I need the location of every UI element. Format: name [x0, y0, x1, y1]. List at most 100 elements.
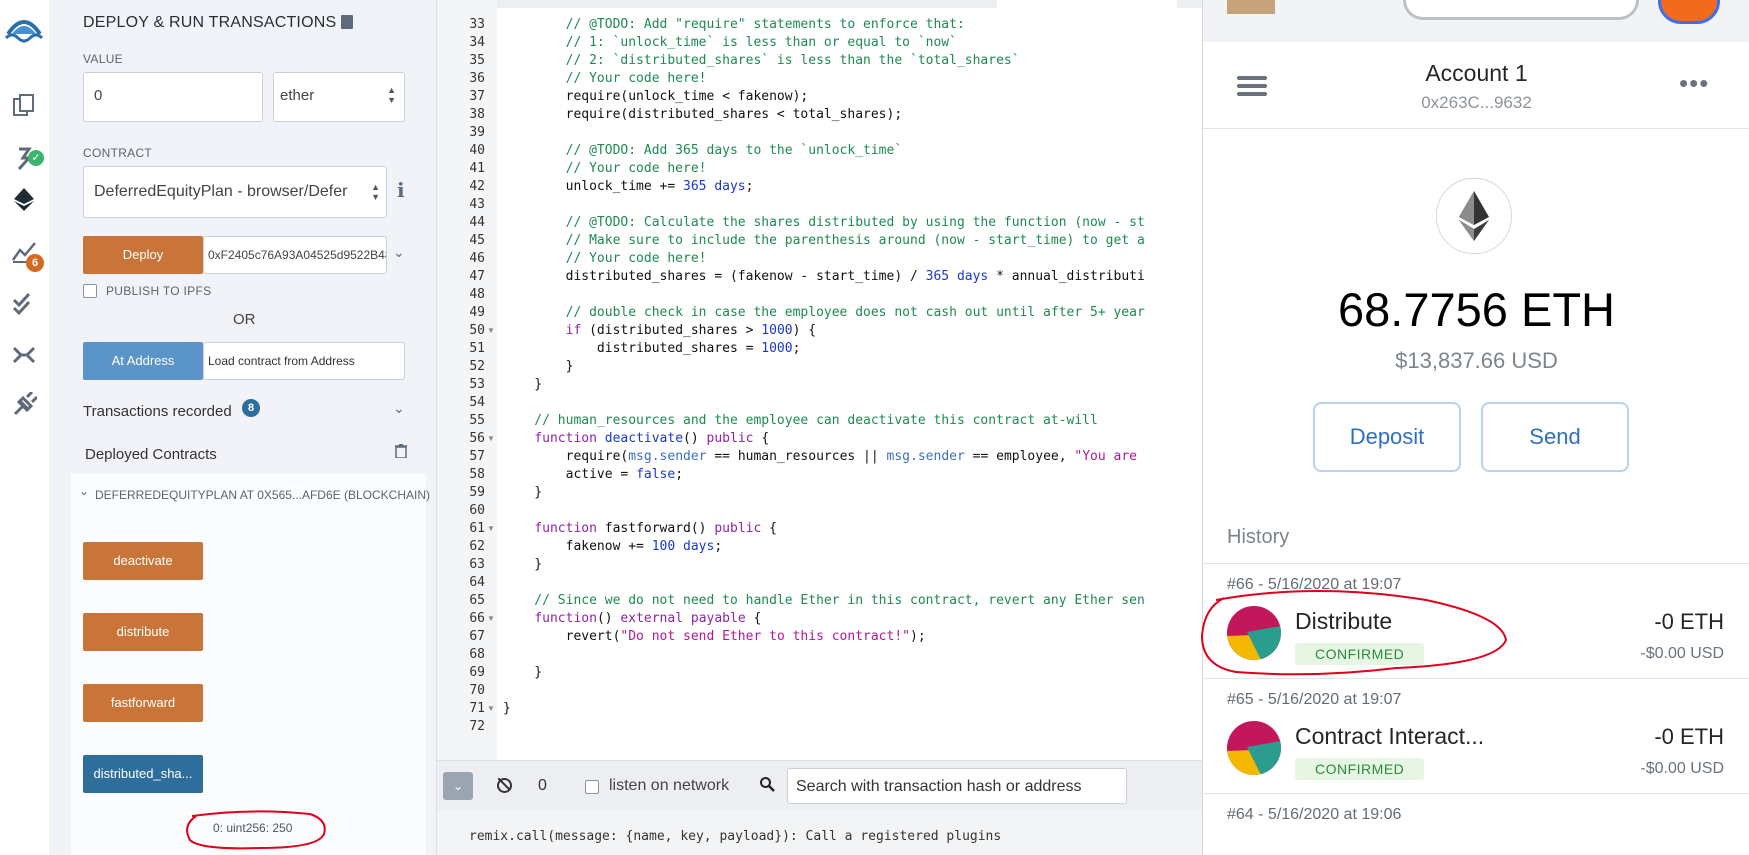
code-token: "Do not send Ether to this contract!"	[620, 629, 910, 644]
code-line: // 1: `unlock_time` is less than or equa…	[503, 35, 957, 50]
line-number: 69	[469, 665, 485, 680]
chevron-down-icon[interactable]: ⌄	[393, 244, 405, 261]
deposit-button[interactable]: Deposit	[1313, 402, 1461, 472]
chevron-down-icon[interactable]: ⌄	[79, 484, 89, 498]
code-line: if (distributed_shares > 1000) {	[503, 323, 816, 338]
fold-toggle-icon[interactable]: ▼	[487, 614, 495, 623]
account-name[interactable]: Account 1	[1203, 60, 1749, 87]
annotation-circle-result	[186, 810, 326, 850]
code-line: require(distributed_shares < total_share…	[503, 107, 903, 122]
line-number: 55	[469, 413, 485, 428]
value-input[interactable]: 0	[83, 72, 263, 122]
terminal-toolbar: ⌄ 0 listen on network Search with transa…	[437, 760, 1203, 811]
code-token: ;	[792, 341, 801, 356]
at-address-button[interactable]: At Address	[83, 342, 203, 380]
trash-icon[interactable]	[395, 444, 407, 459]
publish-ipfs-checkbox[interactable]	[83, 284, 97, 298]
distributed-shares-button[interactable]: distributed_sha...	[83, 755, 203, 793]
deploy-args-input[interactable]: 0xF2405c76A93A04525d9522B48	[203, 236, 387, 274]
collapse-terminal-icon[interactable]: ⌄	[443, 772, 473, 800]
or-label: OR	[233, 311, 256, 328]
code-token: // Your code here!	[503, 161, 707, 176]
distribute-button[interactable]: distribute	[83, 613, 203, 651]
code-editor[interactable]: 33 34 35 36 37 38 39 40 41 42 43 44 45 46 47 48 49 50 ▼ 51 5…	[437, 0, 1203, 760]
deploy-button[interactable]: Deploy	[83, 236, 203, 274]
contract-info-icon[interactable]: i	[397, 178, 405, 202]
code-line: fakenow += 100 days;	[503, 539, 723, 554]
transactions-recorded-label[interactable]: Transactions recorded	[83, 403, 232, 420]
debugger-icon[interactable]	[11, 342, 37, 368]
remix-logo-icon[interactable]	[2, 8, 46, 48]
code-token: if	[565, 323, 582, 338]
line-number: 41	[469, 161, 485, 176]
more-options-icon[interactable]: •••	[1679, 70, 1709, 96]
transaction-search-input[interactable]: Search with transaction hash or address	[787, 768, 1127, 804]
code-line: function fastforward() public {	[503, 521, 777, 536]
line-number: 49	[469, 305, 485, 320]
line-number: 65	[469, 593, 485, 608]
fold-toggle-icon[interactable]: ▼	[487, 524, 495, 533]
line-number: 63	[469, 557, 485, 572]
at-address-input[interactable]: Load contract from Address	[203, 342, 405, 380]
code-token: // 2: `distributed_shares` is less than …	[503, 53, 1020, 68]
chevron-down-icon[interactable]: ⌄	[393, 400, 405, 417]
code-token: 1000	[761, 341, 793, 356]
transactions-recorded-badge: 8	[242, 399, 260, 417]
code-token: }	[503, 557, 543, 572]
code-token: {	[745, 611, 762, 626]
code-token: ) {	[792, 323, 817, 338]
editor-tab-active[interactable]	[997, 0, 1177, 8]
code-token: // Your code here!	[503, 71, 707, 86]
account-address[interactable]: 0x263C...9632	[1203, 93, 1749, 113]
test-icon[interactable]	[11, 290, 37, 316]
code-line: // @TODO: Add 365 days to the `unlock_ti…	[503, 143, 903, 158]
publish-ipfs-label: PUBLISH TO IPFS	[106, 284, 212, 298]
history-item[interactable]: #64 - 5/16/2020 at 19:06	[1203, 794, 1749, 855]
file-explorer-icon[interactable]	[11, 92, 37, 118]
line-number: 72	[469, 719, 485, 734]
deploy-icon[interactable]	[11, 186, 37, 212]
code-line: // Your code here!	[503, 71, 707, 86]
value-label: VALUE	[83, 52, 123, 66]
code-line: }	[503, 665, 542, 680]
code-line: distributed_shares = 1000;	[503, 341, 801, 356]
line-number: 56	[469, 431, 485, 446]
send-button[interactable]: Send	[1481, 402, 1629, 472]
terminal-output: remix.call(message: {name, key, payload}…	[437, 810, 1203, 855]
panel-title: DEPLOY & RUN TRANSACTIONS	[83, 14, 337, 31]
fold-toggle-icon[interactable]: ▼	[487, 326, 495, 335]
eth-balance: 68.7756 ETH	[1203, 282, 1749, 337]
code-line: function() external payable {	[503, 611, 761, 626]
code-token: function	[534, 431, 597, 446]
plugin-manager-icon[interactable]	[11, 390, 39, 418]
annotation-circle-distribute	[1200, 590, 1508, 676]
history-item-amount: -0 ETH	[1654, 609, 1724, 634]
code-token: 100 days	[651, 539, 715, 554]
contract-select[interactable]: DeferredEquityPlan - browser/Defer ▲ ▼	[83, 166, 387, 218]
contract-instance-label[interactable]: DEFERREDEQUITYPLAN AT 0X565...AFD6E (BLO…	[95, 488, 430, 502]
history-item[interactable]: #65 - 5/16/2020 at 19:07 Contract Intera…	[1203, 679, 1749, 793]
analysis-badge: 6	[26, 254, 44, 272]
history-item-date: #64 - 5/16/2020 at 19:06	[1227, 806, 1402, 823]
eth-balance-amount: 68.7756	[1338, 283, 1508, 336]
code-line: function deactivate() public {	[503, 431, 769, 446]
code-token: active =	[503, 467, 637, 482]
line-number: 48	[469, 287, 485, 302]
header-divider	[1203, 128, 1749, 129]
code-token: ;	[745, 179, 754, 194]
fold-toggle-icon[interactable]: ▼	[487, 434, 495, 443]
code-token: require(unlock_time < fakenow);	[503, 89, 809, 104]
network-badge[interactable]	[1403, 0, 1639, 20]
documentation-icon[interactable]	[341, 15, 353, 29]
fastforward-button[interactable]: fastforward	[83, 684, 203, 722]
fold-toggle-icon[interactable]: ▼	[487, 704, 495, 713]
terminal-log-line: remix.call(message: {name, key, payload}…	[469, 829, 1002, 844]
code-token: 365 days	[925, 269, 989, 284]
line-number: 53	[469, 377, 485, 392]
unit-select[interactable]: ether ▲ ▼	[273, 72, 405, 122]
deactivate-button[interactable]: deactivate	[83, 542, 203, 580]
listen-network-checkbox[interactable]	[585, 780, 599, 794]
select-arrows-icon: ▲ ▼	[371, 182, 380, 202]
history-label: History	[1227, 526, 1290, 548]
